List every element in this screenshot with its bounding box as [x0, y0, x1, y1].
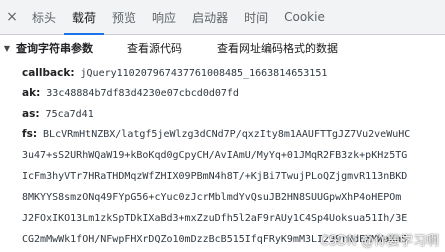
param-key: fs:	[22, 128, 38, 140]
param-value-continuation[interactable]: 3u47+sS2URhWQaW19+kBoKqd0gCpyCH/AvIAmU/M…	[22, 147, 407, 163]
tab-cookies[interactable]: Cookie	[276, 0, 333, 34]
param-value-continuation[interactable]: J2FOxIKO13Lm1zkSpTDkIXaBd3+mxZzuDfh5l2aF…	[22, 210, 407, 226]
view-source-button[interactable]: 查看源代码	[127, 40, 182, 56]
tab-payload[interactable]: 载荷	[64, 0, 105, 35]
param-row-as: as: 75ca7d41	[22, 106, 94, 122]
tab-headers[interactable]: 标头	[24, 0, 64, 34]
close-panel-icon[interactable]: ×	[0, 0, 24, 34]
param-key: as:	[22, 108, 40, 120]
param-key: ak:	[22, 87, 41, 99]
view-url-encoded-button[interactable]: 查看网址编码格式的数据	[217, 40, 338, 56]
param-key: callback:	[22, 67, 75, 79]
tab-response[interactable]: 响应	[144, 0, 184, 34]
expand-triangle-icon[interactable]: ▼	[0, 44, 14, 53]
section-title: 查询字符串参数	[16, 42, 93, 55]
param-row-ak: ak: 33c48884b7df83d4230e07cbcd0d07fd	[22, 85, 239, 101]
tab-preview[interactable]: 预览	[104, 0, 144, 34]
payload-panel: ▼ 查询字符串参数 查看源代码 查看网址编码格式的数据 callback: jQ…	[0, 35, 445, 252]
tab-initiator[interactable]: 启动器	[184, 0, 236, 34]
param-value-continuation[interactable]: IcFm3hyVTr7HRaTHDMqzWfZHIX09PBmN4h8T/+Kj…	[22, 168, 407, 184]
devtools-tab-bar: × 标头 载荷 预览 响应 启动器 时间 Cookie	[0, 0, 445, 35]
param-value[interactable]: BLcVRmHtNZBX/latgf5jeWlzg3dCNd7P/qxzIty8…	[43, 129, 410, 140]
param-value-continuation[interactable]: 8MKYYS8smzONq49FYpG56+cYuc0zJcrMblmdYvQs…	[22, 189, 401, 205]
param-row-fs: fs: BLcVRmHtNZBX/latgf5jeWlzg3dCNd7P/qxz…	[22, 126, 410, 142]
param-row-callback: callback: jQuery110207967437761008485_16…	[22, 65, 327, 81]
csdn-watermark: CSDN @你要学习啊	[319, 234, 439, 249]
param-value[interactable]: 33c48884b7df83d4230e07cbcd0d07fd	[46, 88, 239, 99]
tab-timing[interactable]: 时间	[236, 0, 276, 34]
query-string-section-header[interactable]: ▼ 查询字符串参数 查看源代码 查看网址编码格式的数据	[0, 39, 338, 57]
param-value[interactable]: jQuery110207967437761008485_166381465315…	[81, 68, 328, 79]
param-value[interactable]: 75ca7d41	[46, 109, 94, 120]
